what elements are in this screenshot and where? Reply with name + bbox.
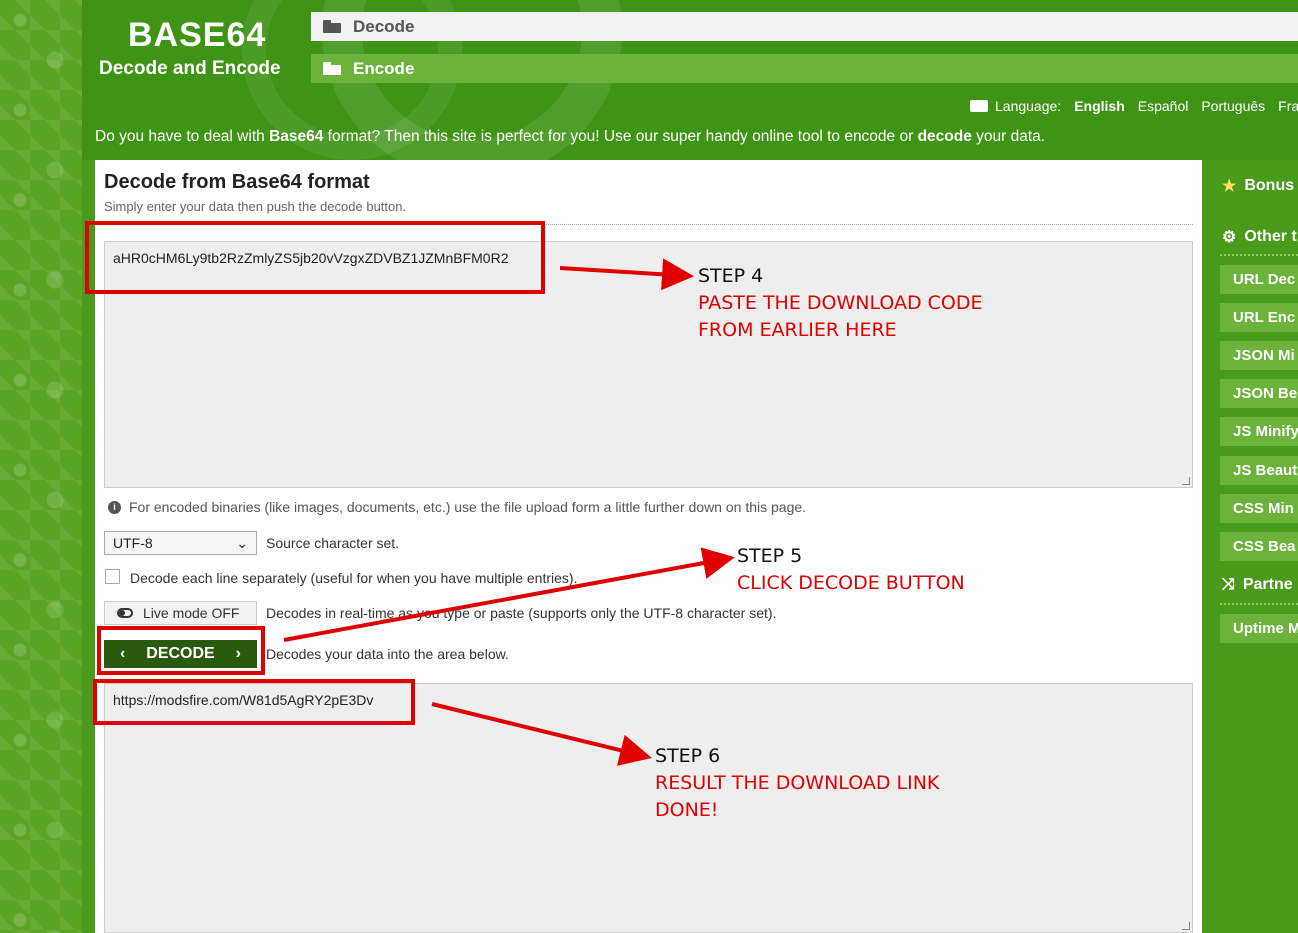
step5-arrow xyxy=(283,547,735,642)
step6-annotation: STEP 6 RESULT THE DOWNLOAD LINK DONE! xyxy=(655,745,940,821)
step6-arrow xyxy=(431,702,652,766)
annotation-arrows xyxy=(283,258,735,766)
step4-annotation: STEP 4 PASTE THE DOWNLOAD CODE FROM EARL… xyxy=(698,265,983,341)
step4-arrow xyxy=(559,258,694,291)
step5-annotation: STEP 5 CLICK DECODE BUTTON xyxy=(737,545,965,594)
